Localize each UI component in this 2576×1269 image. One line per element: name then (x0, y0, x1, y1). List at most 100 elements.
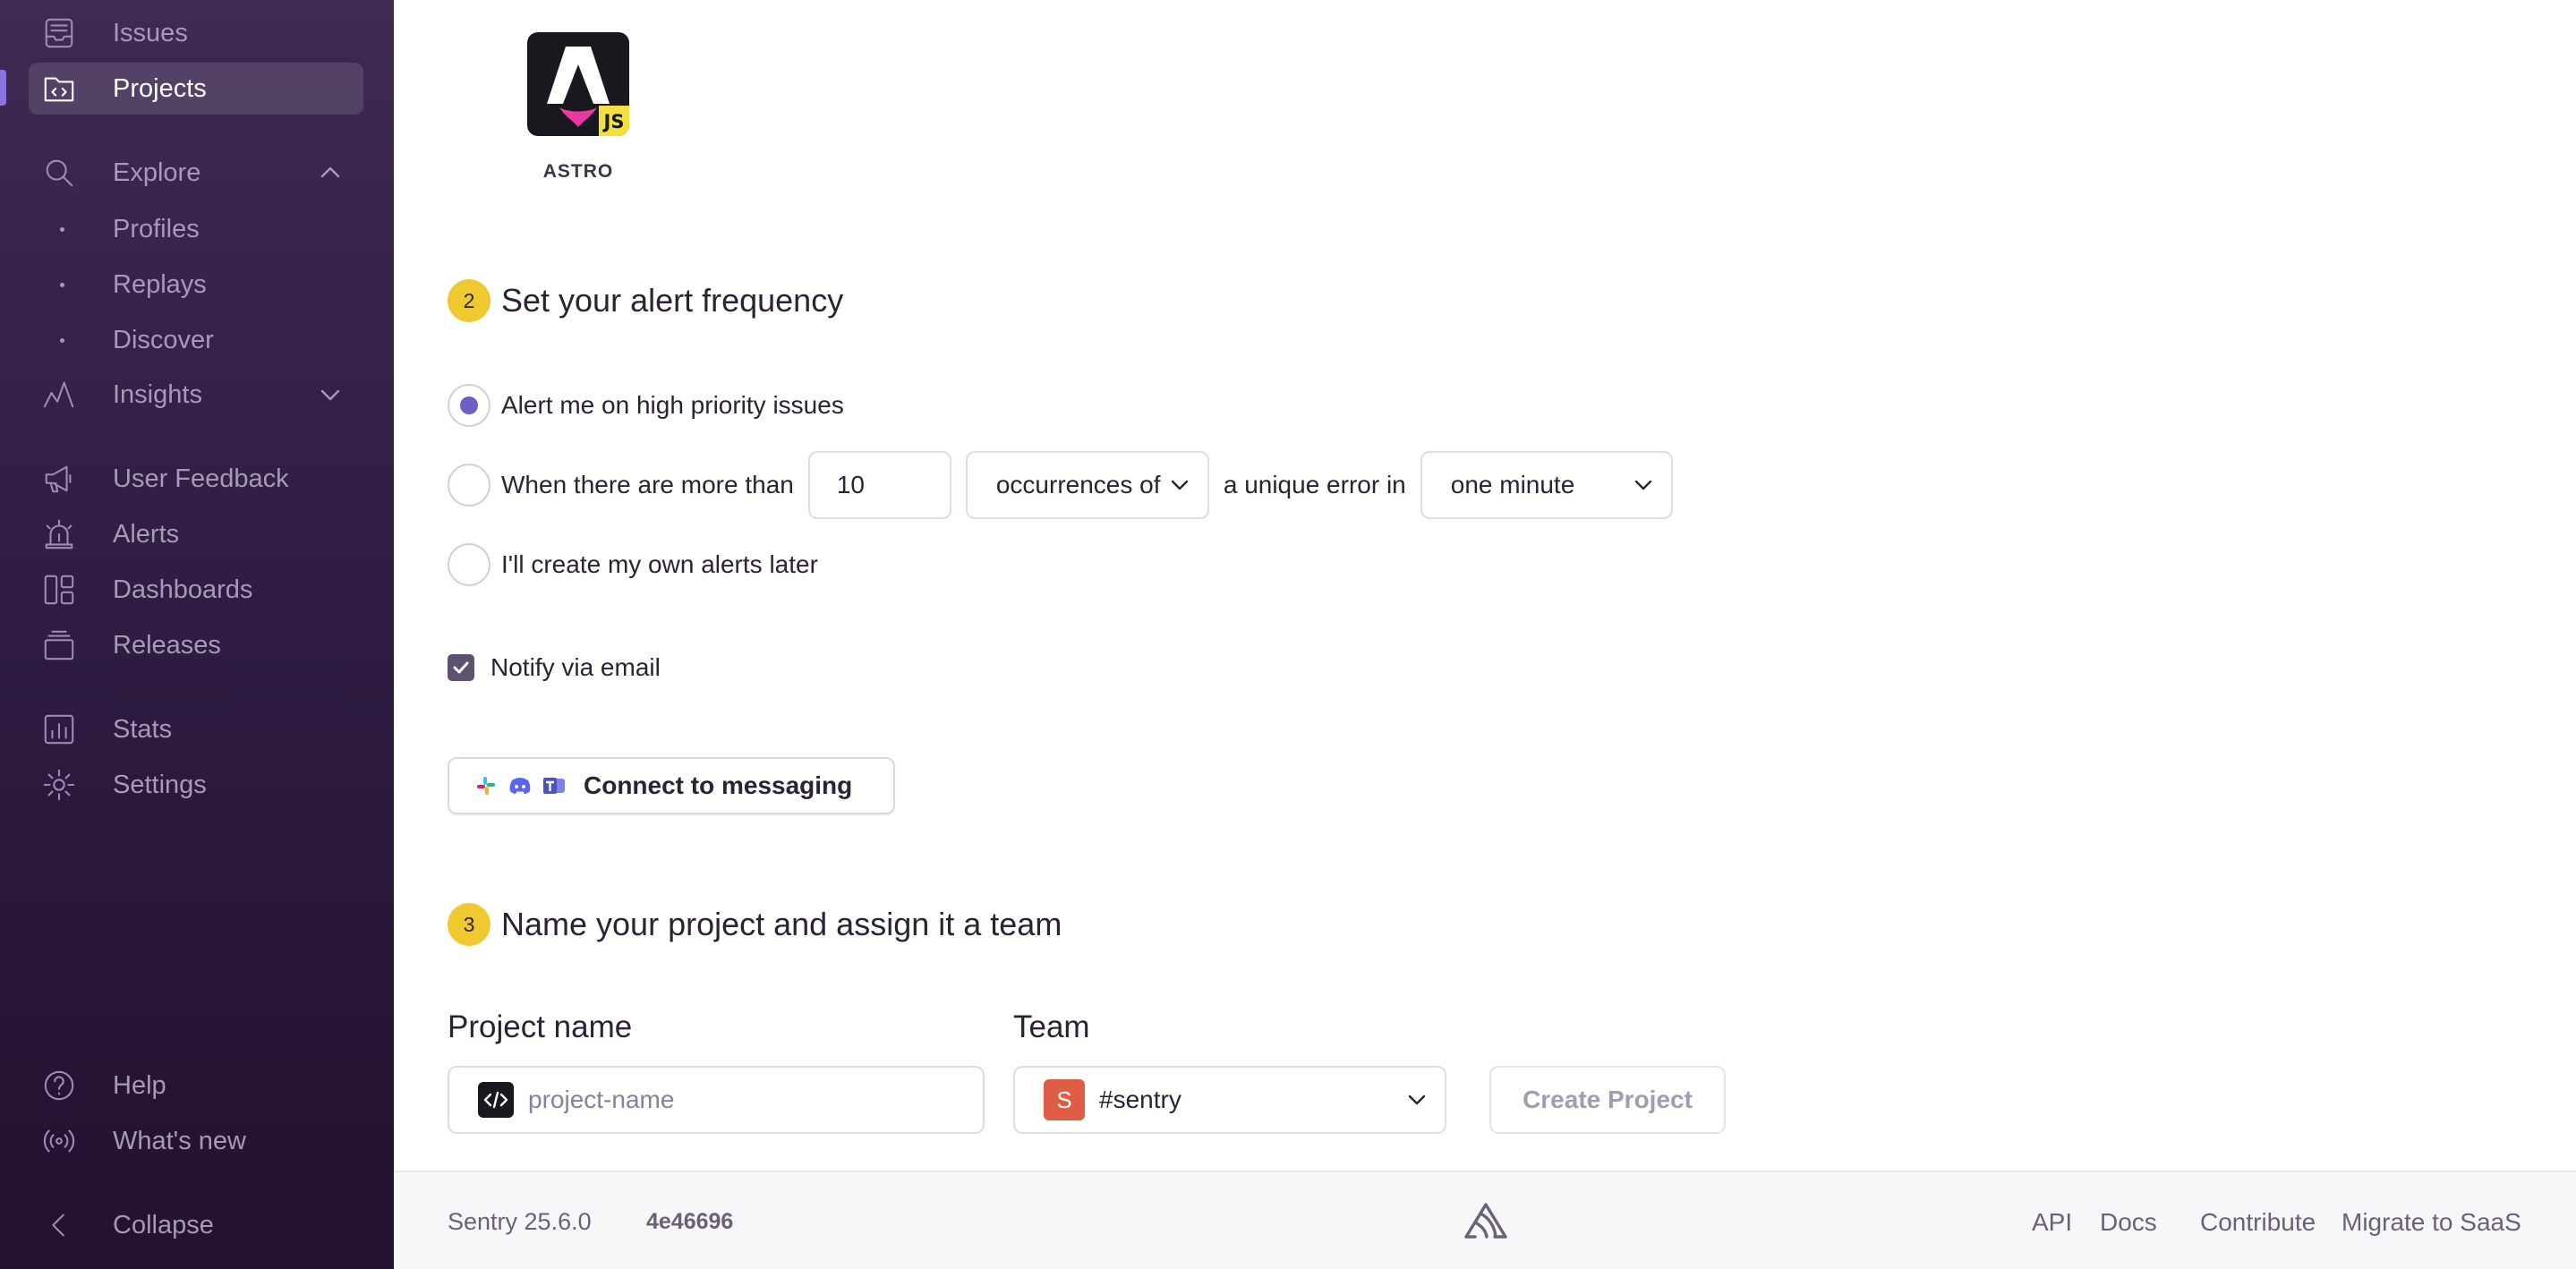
alert-option-high-priority[interactable]: Alert me on high priority issues (448, 384, 844, 427)
footer-link-migrate[interactable]: Migrate to SaaS (2341, 1208, 2521, 1237)
sidebar-item-whats-new[interactable]: What's new (29, 1115, 363, 1167)
select-value: #sentry (1099, 1086, 1181, 1113)
notify-email-checkbox[interactable] (448, 654, 474, 681)
checkbox-label: Notify via email (490, 653, 661, 681)
stats-icon (41, 711, 77, 747)
chevron-left-icon (41, 1207, 77, 1243)
bullet-icon (60, 226, 64, 232)
step-heading: 3 Name your project and assign it a team (448, 903, 1062, 946)
sidebar-collapse-button[interactable]: Collapse (29, 1199, 363, 1251)
sidebar-item-label: Projects (113, 73, 207, 103)
sidebar-item-issues[interactable]: Issues (29, 7, 363, 59)
sidebar-item-projects[interactable]: Projects (29, 63, 363, 115)
sidebar-item-alerts[interactable]: Alerts (29, 508, 363, 560)
teams-icon (542, 774, 566, 797)
team-avatar: S (1044, 1079, 1085, 1120)
sidebar-item-label: Collapse (113, 1210, 214, 1239)
chevron-down-icon (1632, 473, 1655, 497)
discord-icon (508, 774, 532, 797)
gear-icon (41, 767, 77, 803)
footer-link-contribute[interactable]: Contribute (2200, 1208, 2316, 1237)
step-number-badge: 3 (448, 903, 490, 946)
platform-code-icon (478, 1082, 514, 1118)
notify-email-row[interactable]: Notify via email (448, 653, 661, 682)
footer-link-api[interactable]: API (2032, 1208, 2072, 1237)
sidebar-item-label: Replays (113, 269, 207, 299)
sidebar-item-insights[interactable]: Insights (29, 369, 363, 421)
dashboard-icon (41, 572, 77, 608)
step-heading: 2 Set your alert frequency (448, 279, 843, 322)
graph-icon (41, 377, 77, 413)
bullet-icon (60, 282, 64, 287)
project-name-placeholder: project-name (528, 1086, 675, 1113)
sidebar-item-explore[interactable]: Explore (29, 147, 363, 199)
interval-select[interactable]: one minute (1420, 451, 1673, 519)
sidebar-item-label: User Feedback (113, 464, 289, 493)
broadcast-icon (41, 1123, 77, 1159)
team-select[interactable]: S #sentry (1013, 1066, 1446, 1134)
sidebar-subitem-profiles[interactable]: Profiles (29, 206, 363, 252)
footer-link-docs[interactable]: Docs (2100, 1208, 2157, 1237)
platform-name: ASTRO (542, 161, 614, 182)
radio-label: Alert me on high priority issues (501, 391, 844, 419)
sidebar-item-releases[interactable]: Releases (29, 619, 363, 671)
chevron-down-icon[interactable] (317, 381, 344, 408)
inbox-icon (41, 15, 77, 51)
sidebar-item-label: Issues (113, 18, 188, 47)
astro-logo-icon: JS (527, 32, 629, 136)
radio-button[interactable] (448, 543, 490, 586)
select-value: one minute (1450, 471, 1575, 498)
project-name-input[interactable]: project-name (448, 1066, 985, 1134)
radio-button[interactable] (448, 384, 490, 427)
sentry-logo-icon (1463, 1199, 1509, 1242)
help-icon (41, 1068, 77, 1103)
project-name-label: Project name (448, 1009, 633, 1044)
sidebar-item-label: Stats (113, 714, 173, 744)
alert-option-later[interactable]: I'll create my own alerts later (448, 543, 818, 586)
radio-button[interactable] (448, 464, 490, 507)
button-label: Connect to messaging (584, 771, 853, 799)
bullet-icon (60, 337, 64, 343)
connect-messaging-button[interactable]: Connect to messaging (448, 757, 895, 814)
sidebar-subitem-replays[interactable]: Replays (29, 261, 363, 308)
sidebar-item-label: Insights (113, 379, 202, 409)
threshold-text: a unique error in (1223, 471, 1406, 498)
slack-icon (474, 774, 498, 797)
code-folder-icon (41, 71, 77, 106)
sidebar-subitem-discover[interactable]: Discover (29, 317, 363, 363)
sidebar-item-settings[interactable]: Settings (29, 759, 363, 811)
sidebar-item-label: Alerts (113, 519, 180, 549)
step-number-badge: 2 (448, 279, 490, 322)
alert-option-threshold[interactable]: When there are more than 10 occurrences … (448, 451, 1673, 519)
sidebar-item-label: Profiles (113, 214, 200, 243)
platform-card[interactable]: JS ASTRO (498, 32, 659, 183)
commit-hash[interactable]: 4e46696 (646, 1209, 733, 1235)
radio-label: When there are more than (501, 471, 794, 498)
sidebar-item-label: Discover (113, 325, 214, 354)
select-value: occurrences of (995, 471, 1161, 498)
sidebar-item-label: Settings (113, 770, 207, 799)
step-title: Set your alert frequency (501, 282, 844, 319)
footer: Sentry 25.6.0 4e46696 API Docs Contribut… (394, 1171, 2576, 1269)
sidebar-item-stats[interactable]: Stats (29, 703, 363, 755)
occurrences-select[interactable]: occurrences of (965, 451, 1209, 519)
megaphone-icon (41, 461, 77, 497)
threshold-count-input[interactable]: 10 (807, 451, 951, 519)
radio-label: I'll create my own alerts later (501, 550, 818, 578)
team-label: Team (1013, 1009, 1090, 1044)
chevron-up-icon[interactable] (317, 159, 344, 186)
version-text: Sentry 25.6.0 (448, 1208, 592, 1235)
search-icon (41, 155, 77, 191)
sidebar-item-dashboards[interactable]: Dashboards (29, 564, 363, 616)
chevron-down-icon (1405, 1088, 1429, 1111)
siren-icon (41, 516, 77, 552)
releases-icon (41, 627, 77, 663)
active-indicator (0, 70, 6, 106)
sidebar-item-user-feedback[interactable]: User Feedback (29, 453, 363, 505)
sidebar-item-label: Dashboards (113, 575, 253, 604)
create-project-button[interactable]: Create Project (1489, 1066, 1726, 1134)
main-content: JS ASTRO 2 Set your alert frequency Aler… (394, 0, 2576, 1171)
sidebar-item-label: Explore (113, 158, 201, 187)
js-badge: JS (599, 106, 629, 136)
sidebar-item-help[interactable]: Help (29, 1060, 363, 1111)
